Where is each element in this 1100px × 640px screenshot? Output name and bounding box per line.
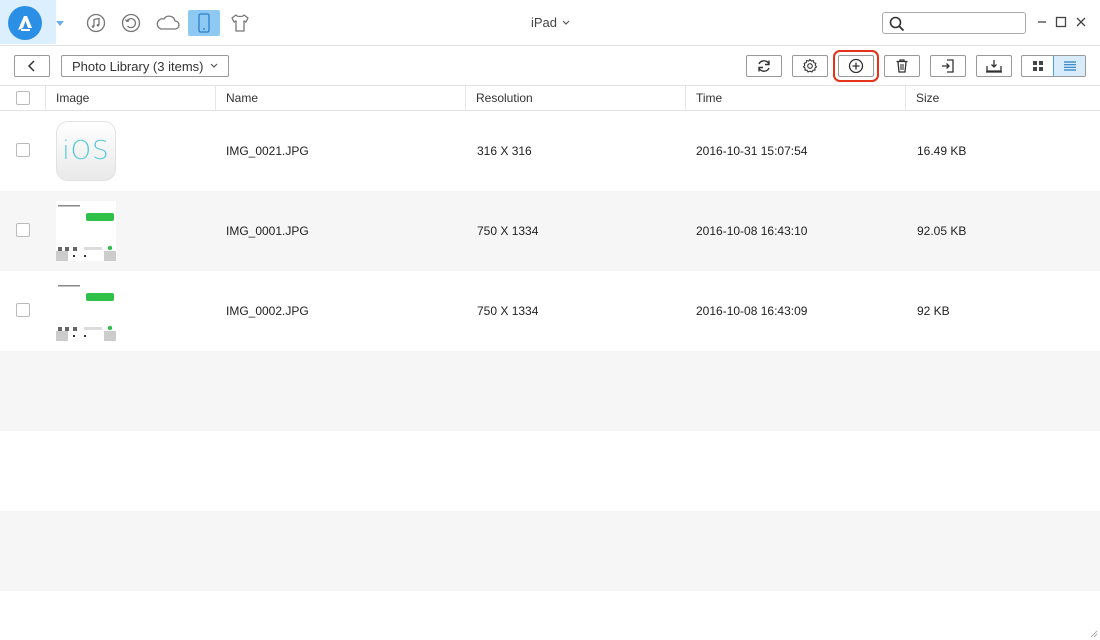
chevron-down-icon — [210, 63, 217, 68]
select-all-cell — [0, 86, 46, 111]
column-header-image[interactable]: Image — [46, 86, 216, 111]
timestamp: 2016-10-08 16:43:09 — [696, 304, 808, 318]
export-to-device-button[interactable] — [930, 55, 966, 77]
grid-view-icon — [1032, 61, 1043, 71]
photo-thumbnail: iOS — [56, 121, 116, 181]
empty-row — [0, 351, 1100, 431]
search-icon — [889, 16, 905, 32]
app-logo-icon — [8, 6, 42, 40]
music-icon[interactable] — [80, 10, 112, 36]
add-button[interactable] — [833, 50, 879, 82]
file-size: 92.05 KB — [917, 224, 967, 238]
back-button[interactable] — [14, 55, 50, 77]
export-to-computer-button[interactable] — [976, 55, 1012, 77]
select-all-checkbox[interactable] — [16, 91, 30, 105]
resize-grip-icon[interactable] — [1088, 628, 1098, 638]
table-row[interactable]: iOS IMG_0021.JPG 316 X 316 2016-10-31 15… — [0, 111, 1100, 191]
timestamp: 2016-10-08 16:43:10 — [696, 224, 808, 238]
screenshot-preview-icon — [56, 201, 116, 261]
chevron-down-icon — [562, 20, 570, 25]
screenshot-preview-icon — [56, 281, 116, 341]
app-menu-caret-icon[interactable] — [56, 21, 64, 26]
device-title: iPad — [531, 15, 558, 30]
file-name: IMG_0001.JPG — [226, 224, 309, 238]
file-name: IMG_0021.JPG — [226, 144, 309, 158]
file-name: IMG_0002.JPG — [226, 304, 309, 318]
settings-icon — [802, 58, 818, 73]
search-box[interactable] — [882, 12, 1026, 34]
settings-button[interactable] — [792, 55, 828, 77]
table-row[interactable]: IMG_0001.JPG 750 X 1334 2016-10-08 16:43… — [0, 191, 1100, 271]
list-view-button[interactable] — [1053, 56, 1085, 76]
column-header-resolution[interactable]: Resolution — [466, 86, 686, 111]
resolution: 750 X 1334 — [477, 224, 539, 238]
column-header-name[interactable]: Name — [216, 86, 466, 111]
minimize-button[interactable] — [1034, 14, 1050, 30]
maximize-button[interactable] — [1053, 14, 1069, 30]
refresh-icon — [758, 60, 770, 72]
column-header-size[interactable]: Size — [906, 86, 1100, 111]
delete-icon — [896, 59, 908, 73]
grid-view-button[interactable] — [1022, 56, 1053, 76]
history-icon[interactable] — [115, 10, 147, 36]
breadcrumb[interactable]: Photo Library (3 items) — [61, 55, 229, 77]
empty-row — [0, 431, 1100, 511]
photo-thumbnail — [56, 281, 116, 341]
view-mode-switch — [1021, 55, 1086, 77]
device-selector[interactable]: iPad — [531, 15, 570, 30]
photo-thumbnail — [56, 201, 116, 261]
timestamp: 2016-10-31 15:07:54 — [696, 144, 808, 158]
refresh-button[interactable] — [746, 55, 782, 77]
breadcrumb-label: Photo Library (3 items) — [72, 58, 204, 74]
chevron-left-icon — [27, 60, 35, 72]
cloud-icon[interactable] — [152, 10, 184, 36]
table-row[interactable]: IMG_0002.JPG 750 X 1334 2016-10-08 16:43… — [0, 271, 1100, 351]
search-input[interactable] — [907, 15, 1021, 31]
row-checkbox[interactable] — [16, 143, 30, 157]
phone-icon[interactable] — [188, 10, 220, 36]
shirt-icon[interactable] — [224, 10, 256, 36]
file-size: 16.49 KB — [917, 144, 967, 158]
toolbar: Photo Library (3 items) — [0, 46, 1100, 86]
app-menu-button[interactable] — [0, 0, 56, 44]
add-icon — [848, 58, 864, 74]
delete-button[interactable] — [884, 55, 920, 77]
title-bar: iPad — [0, 0, 1100, 46]
empty-row — [0, 511, 1100, 591]
export-to-device-icon — [942, 59, 954, 73]
column-header-time[interactable]: Time — [686, 86, 906, 111]
table-header: Image Name Resolution Time Size — [0, 86, 1100, 111]
export-to-computer-icon — [986, 60, 1002, 73]
resolution: 750 X 1334 — [477, 304, 539, 318]
file-size: 92 KB — [917, 304, 950, 318]
list-view-icon — [1063, 61, 1076, 71]
resolution: 316 X 316 — [477, 144, 532, 158]
close-button[interactable] — [1073, 14, 1089, 30]
row-checkbox[interactable] — [16, 223, 30, 237]
thumbnail-label: iOS — [62, 136, 110, 166]
row-checkbox[interactable] — [16, 303, 30, 317]
